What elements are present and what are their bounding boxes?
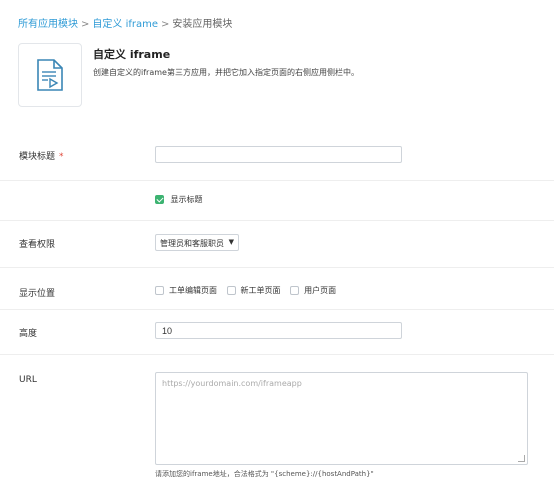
position-option-ticket-edit[interactable]: 工单编辑页面 (155, 285, 217, 296)
required-mark: * (59, 152, 64, 162)
url-textarea[interactable]: https://yourdomain.com/iframeapp (155, 372, 528, 465)
dropdown-arrow-icon: ▼ (228, 238, 234, 246)
url-help-text: 请添加您的iframe地址，合法格式为 "{scheme}://{hostAnd… (155, 470, 374, 478)
breadcrumb-current: 安装应用模块 (172, 19, 233, 30)
module-title-input[interactable] (155, 146, 402, 163)
document-video-icon (37, 59, 63, 91)
position-checkbox[interactable] (155, 286, 164, 295)
permission-selected-value: 管理员和客服职员 (160, 239, 224, 248)
position-checkbox[interactable] (226, 286, 236, 295)
module-title-row: 模块标题 * (0, 128, 554, 181)
height-input[interactable] (155, 322, 402, 339)
height-row: 高度 (0, 310, 554, 355)
url-label: URL (19, 375, 37, 385)
show-title-option[interactable]: 显示标题 (155, 194, 203, 205)
display-position-label: 显示位置 (19, 289, 56, 299)
url-placeholder: https://yourdomain.com/iframeapp (162, 379, 302, 388)
position-option-label: 新工单页面 (240, 286, 281, 295)
position-checkbox[interactable] (290, 286, 300, 295)
app-title: 自定义 iframe (93, 48, 171, 61)
breadcrumb-separator: > (81, 19, 90, 30)
permission-select[interactable]: 管理员和客服职员 ▼ (155, 234, 239, 251)
display-position-options: 工单编辑页面 新工单页面 用户页面 (155, 285, 343, 296)
permission-label: 查看权限 (19, 240, 56, 250)
resize-handle-icon[interactable] (518, 455, 525, 462)
show-title-row: 显示标题 (0, 181, 554, 221)
module-title-label: 模块标题 * (19, 149, 64, 162)
position-option-user-page[interactable]: 用户页面 (290, 285, 336, 296)
breadcrumb-all-modules-link[interactable]: 所有应用模块 (18, 19, 78, 30)
module-title-label-text: 模块标题 (19, 152, 56, 162)
show-title-checkbox[interactable] (155, 195, 164, 204)
breadcrumb-custom-iframe-link[interactable]: 自定义 iframe (92, 19, 158, 30)
permission-row: 查看权限 (0, 221, 554, 268)
position-option-label: 工单编辑页面 (169, 286, 217, 295)
position-option-label: 用户页面 (304, 286, 337, 295)
app-description: 创建自定义的iframe第三方应用，并把它加入指定页面的右侧应用侧栏中。 (93, 68, 359, 77)
app-icon-card (18, 43, 82, 107)
breadcrumb: 所有应用模块 > 自定义 iframe > 安装应用模块 (18, 15, 232, 30)
position-option-new-ticket[interactable]: 新工单页面 (226, 285, 281, 296)
breadcrumb-separator: > (161, 19, 170, 30)
show-title-label: 显示标题 (170, 195, 203, 204)
height-label: 高度 (19, 329, 38, 339)
